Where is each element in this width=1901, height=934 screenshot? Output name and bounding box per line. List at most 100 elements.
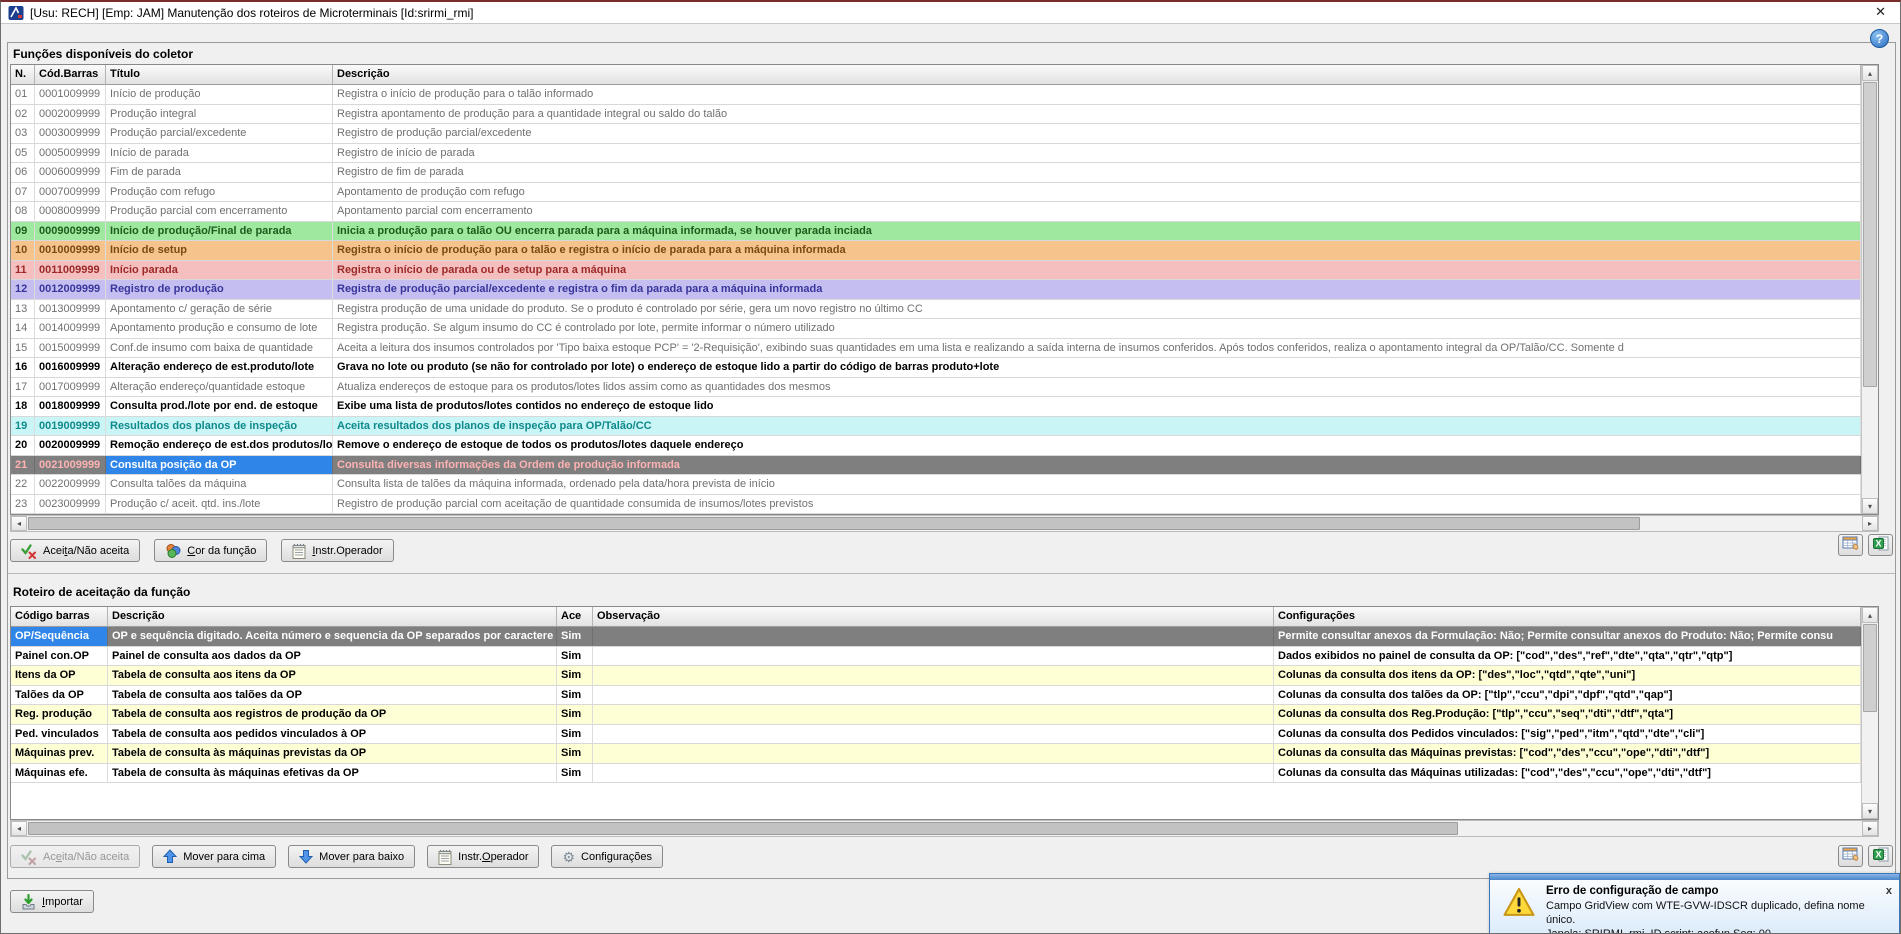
cell-description[interactable]: Registro de fim de parada	[333, 163, 1861, 182]
roteiro-row[interactable]: Talões da OPTabela de consulta aos talõe…	[11, 686, 1861, 706]
cell-barcode[interactable]: 0006009999	[35, 163, 106, 182]
cell-title[interactable]: Consulta posição da OP	[106, 456, 333, 475]
cell-description[interactable]: Atualiza endereços de estoque para os pr…	[333, 378, 1861, 397]
export-excel-button[interactable]: X	[1868, 845, 1893, 867]
cell-description[interactable]: Registro de produção parcial/excedente	[333, 124, 1861, 143]
cell-description[interactable]: Painel de consulta aos dados da OP	[108, 647, 557, 666]
function-row[interactable]: 010001009999Início de produçãoRegistra o…	[11, 85, 1861, 105]
cell-title[interactable]: Início de produção	[106, 85, 333, 104]
cell-title[interactable]: Produção parcial com encerramento	[106, 202, 333, 221]
function-row[interactable]: 160016009999Alteração endereço de est.pr…	[11, 358, 1861, 378]
cell-number[interactable]: 22	[11, 475, 35, 494]
cell-observation[interactable]	[593, 725, 1274, 744]
cell-title[interactable]: Consulta prod./lote por end. de estoque	[106, 397, 333, 416]
cell-number[interactable]: 08	[11, 202, 35, 221]
cell-description[interactable]: Registro de produção parcial com aceitaç…	[333, 495, 1861, 514]
cell-number[interactable]: 23	[11, 495, 35, 514]
cell-observation[interactable]	[593, 705, 1274, 724]
cell-title[interactable]: Início de setup	[106, 241, 333, 260]
cell-barcode[interactable]: 0011009999	[35, 261, 106, 280]
cell-description[interactable]: Exibe uma lista de produtos/lotes contid…	[333, 397, 1861, 416]
roteiro-table-vscrollbar[interactable]: ▴ ▾	[1861, 607, 1878, 819]
column-header[interactable]: Descrição	[108, 607, 557, 627]
roteiro-row[interactable]: OP/SequênciaOP e sequência digitado. Ace…	[11, 627, 1861, 647]
function-row[interactable]: 120012009999Registro de produçãoRegistra…	[11, 280, 1861, 300]
cell-title[interactable]: Apontamento c/ geração de série	[106, 300, 333, 319]
function-row[interactable]: 080008009999Produção parcial com encerra…	[11, 202, 1861, 222]
grid-edit-button[interactable]	[1838, 845, 1863, 867]
column-header[interactable]: Código barras	[11, 607, 108, 627]
cell-description[interactable]: Tabela de consulta às máquinas previstas…	[108, 744, 557, 763]
cell-description[interactable]: Tabela de consulta aos registros de prod…	[108, 705, 557, 724]
cell-barcode[interactable]: 0020009999	[35, 436, 106, 455]
cell-title[interactable]: Fim de parada	[106, 163, 333, 182]
function-color-button[interactable]: Cor da função	[154, 539, 267, 562]
cell-barcode[interactable]: 0008009999	[35, 202, 106, 221]
cell-barcode[interactable]: 0019009999	[35, 417, 106, 436]
accept-reject-button[interactable]: Aceita/Não aceita	[10, 539, 140, 562]
cell-title[interactable]: Registro de produção	[106, 280, 333, 299]
cell-configuration[interactable]: Colunas da consulta das Máquinas utiliza…	[1274, 764, 1861, 783]
cell-title[interactable]: Alteração endereço de est.produto/lote	[106, 358, 333, 377]
function-row[interactable]: 180018009999Consulta prod./lote por end.…	[11, 397, 1861, 417]
cell-accept[interactable]: Sim	[557, 666, 593, 685]
cell-number[interactable]: 11	[11, 261, 35, 280]
cell-description[interactable]: Tabela de consulta aos talões da OP	[108, 686, 557, 705]
scroll-left-icon[interactable]: ◂	[11, 821, 27, 836]
cell-barcode[interactable]: 0021009999	[35, 456, 106, 475]
cell-title[interactable]: Produção com refugo	[106, 183, 333, 202]
cell-number[interactable]: 12	[11, 280, 35, 299]
cell-description[interactable]: Registra o início de parada ou de setup …	[333, 261, 1861, 280]
functions-table-vscrollbar[interactable]: ▴ ▾	[1861, 65, 1878, 514]
scroll-right-icon[interactable]: ▸	[1862, 516, 1878, 531]
cell-number[interactable]: 10	[11, 241, 35, 260]
cell-accept[interactable]: Sim	[557, 744, 593, 763]
cell-configuration[interactable]: Colunas da consulta dos Reg.Produção: ["…	[1274, 705, 1861, 724]
cell-barcode[interactable]: Reg. produção	[11, 705, 108, 724]
vscroll-thumb[interactable]	[1863, 624, 1877, 712]
cell-accept[interactable]: Sim	[557, 686, 593, 705]
cell-number[interactable]: 02	[11, 105, 35, 124]
cell-barcode[interactable]: Painel con.OP	[11, 647, 108, 666]
roteiro-row[interactable]: Painel con.OPPainel de consulta aos dado…	[11, 647, 1861, 667]
cell-description[interactable]: Inicia a produção para o talão OU encerr…	[333, 222, 1861, 241]
cell-title[interactable]: Alteração endereço/quantidade estoque	[106, 378, 333, 397]
roteiro-row[interactable]: Máquinas efe.Tabela de consulta às máqui…	[11, 764, 1861, 784]
vscroll-thumb[interactable]	[1863, 82, 1877, 387]
cell-number[interactable]: 18	[11, 397, 35, 416]
cell-number[interactable]: 17	[11, 378, 35, 397]
cell-description[interactable]: Aceita a leitura dos insumos controlados…	[333, 339, 1861, 358]
cell-description[interactable]: Tabela de consulta aos itens da OP	[108, 666, 557, 685]
cell-title[interactable]: Consulta talões da máquina	[106, 475, 333, 494]
cell-observation[interactable]	[593, 627, 1274, 646]
function-row[interactable]: 200020009999Remoção endereço de est.dos …	[11, 436, 1861, 456]
function-row[interactable]: 190019009999Resultados dos planos de ins…	[11, 417, 1861, 437]
column-header[interactable]: Título	[106, 65, 333, 85]
accept-reject-button[interactable]: Aceita/Não aceita	[10, 845, 140, 868]
cell-title[interactable]: Início de produção/Final de parada	[106, 222, 333, 241]
cell-description[interactable]: Tabela de consulta às máquinas efetivas …	[108, 764, 557, 783]
column-header[interactable]: Observação	[593, 607, 1274, 627]
cell-configuration[interactable]: Colunas da consulta dos itens da OP: ["d…	[1274, 666, 1861, 685]
settings-button[interactable]: ⚙Configurações	[551, 845, 663, 868]
window-close-button[interactable]: ✕	[1875, 4, 1886, 20]
cell-observation[interactable]	[593, 647, 1274, 666]
cell-barcode[interactable]: 0022009999	[35, 475, 106, 494]
cell-description[interactable]: Apontamento parcial com encerramento	[333, 202, 1861, 221]
cell-barcode[interactable]: Ped. vinculados	[11, 725, 108, 744]
roteiro-table-hscrollbar[interactable]: ◂ ▸	[10, 820, 1879, 837]
move-down-button[interactable]: Mover para baixo	[288, 845, 415, 868]
function-row[interactable]: 060006009999Fim de paradaRegistro de fim…	[11, 163, 1861, 183]
cell-description[interactable]: Registro de início de parada	[333, 144, 1861, 163]
cell-accept[interactable]: Sim	[557, 725, 593, 744]
cell-description[interactable]: Grava no lote ou produto (se não for con…	[333, 358, 1861, 377]
hscroll-thumb[interactable]	[28, 517, 1640, 530]
cell-number[interactable]: 20	[11, 436, 35, 455]
cell-title[interactable]: Conf.de insumo com baixa de quantidade	[106, 339, 333, 358]
cell-accept[interactable]: Sim	[557, 647, 593, 666]
scroll-down-icon[interactable]: ▾	[1862, 498, 1878, 514]
scroll-right-icon[interactable]: ▸	[1862, 821, 1878, 836]
cell-description[interactable]: Registra de produção parcial/excedente e…	[333, 280, 1861, 299]
cell-description[interactable]: Remove o endereço de estoque de todos os…	[333, 436, 1861, 455]
cell-barcode[interactable]: 0007009999	[35, 183, 106, 202]
